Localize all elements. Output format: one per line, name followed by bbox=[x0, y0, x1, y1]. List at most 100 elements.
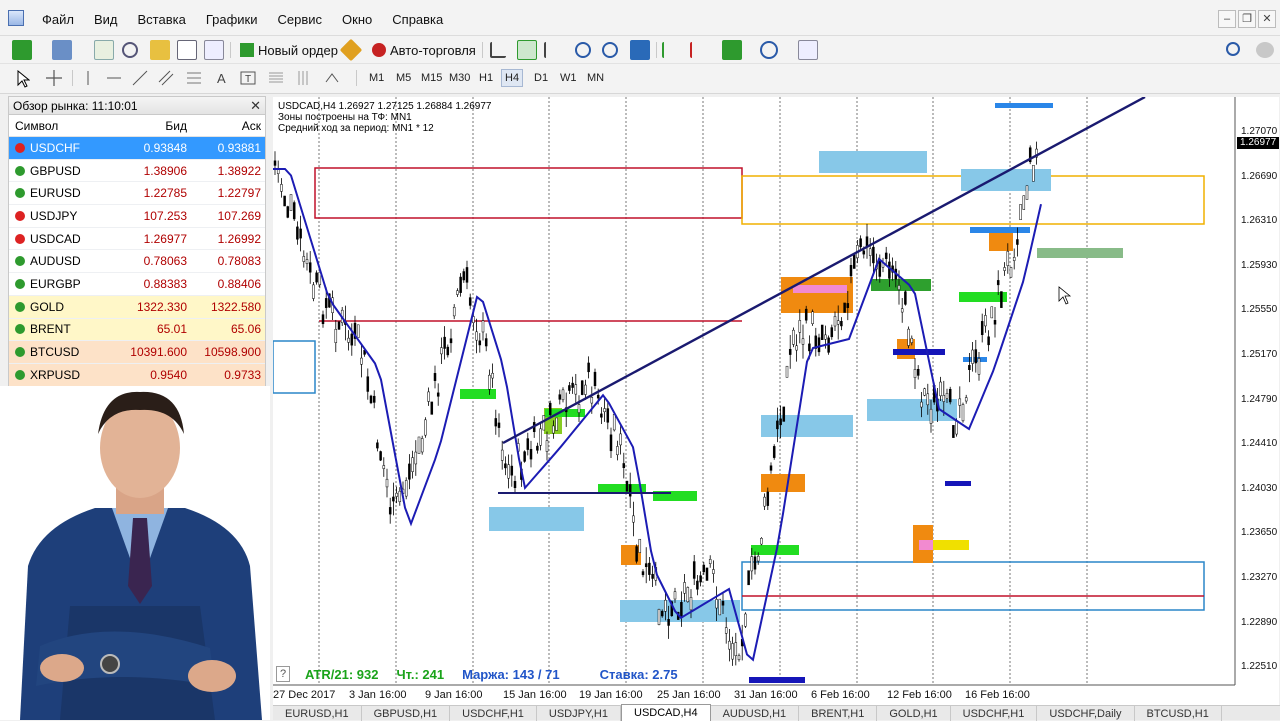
vertical-line-icon[interactable] bbox=[78, 68, 98, 88]
timeframe-w1[interactable]: W1 bbox=[557, 70, 580, 86]
gann-icon[interactable] bbox=[266, 68, 286, 88]
chart-tab[interactable]: EURUSD,H1 bbox=[273, 706, 362, 721]
zoom-in-icon[interactable] bbox=[575, 42, 591, 58]
andrews-icon[interactable] bbox=[294, 68, 314, 88]
search-icon[interactable] bbox=[1226, 42, 1240, 56]
templates-icon[interactable] bbox=[798, 40, 818, 60]
price-chart[interactable]: USDCAD,H4 1.26927 1.27125 1.26884 1.2697… bbox=[273, 97, 1279, 705]
navigator-icon[interactable] bbox=[122, 42, 138, 58]
menu-window[interactable]: Окно bbox=[332, 12, 382, 27]
timeframe-h1[interactable]: H1 bbox=[476, 70, 496, 86]
candle-body bbox=[785, 365, 789, 378]
market-watch-row-usdcad[interactable]: USDCAD 1.26977 1.26992 bbox=[9, 228, 265, 251]
zoom-out-icon[interactable] bbox=[602, 42, 618, 58]
indicators-icon[interactable] bbox=[722, 40, 742, 60]
candle-body bbox=[696, 580, 699, 590]
fibonacci-icon[interactable] bbox=[184, 68, 204, 88]
chart-tab[interactable]: USDCHF,H1 bbox=[951, 706, 1038, 721]
timeframe-m30[interactable]: M30 bbox=[446, 70, 473, 86]
chart-tab[interactable]: USDCAD,H4 bbox=[621, 704, 711, 721]
chart-canvas[interactable] bbox=[273, 97, 1279, 705]
market-watch-row-usdchf[interactable]: USDCHF 0.93848 0.93881 bbox=[9, 137, 265, 160]
market-watch-row-eurusd[interactable]: EURUSD 1.22785 1.22797 bbox=[9, 182, 265, 206]
time-tick-label: 3 Jan 16:00 bbox=[349, 689, 407, 701]
arrow-up-icon bbox=[15, 188, 25, 199]
timeframe-m5[interactable]: M5 bbox=[393, 70, 414, 86]
market-watch-row-gbpusd[interactable]: GBPUSD 1.38906 1.38922 bbox=[9, 160, 265, 183]
market-watch-row-audusd[interactable]: AUDUSD 0.78063 0.78083 bbox=[9, 250, 265, 274]
menu-tools[interactable]: Сервис bbox=[268, 12, 333, 27]
bar-chart-icon[interactable] bbox=[490, 42, 506, 58]
chat-icon[interactable] bbox=[1256, 42, 1274, 58]
market-watch-row-xrpusd[interactable]: XRPUSD 0.9540 0.9733 bbox=[9, 363, 265, 387]
close-icon[interactable]: ✕ bbox=[250, 98, 261, 114]
market-watch-row-usdjpy[interactable]: USDJPY 107.253 107.269 bbox=[9, 205, 265, 228]
arrow-down-icon bbox=[15, 142, 25, 153]
candlestick-icon[interactable] bbox=[517, 40, 537, 60]
trendline bbox=[502, 97, 1146, 445]
close-icon[interactable]: ✕ bbox=[1258, 10, 1276, 28]
timeframe-m15[interactable]: M15 bbox=[418, 70, 445, 86]
market-watch-row-eurgbp[interactable]: EURGBP 0.88383 0.88406 bbox=[9, 273, 265, 296]
market-watch-row-brent[interactable]: BRENT 65.01 65.06 bbox=[9, 318, 265, 342]
chart-tab[interactable]: USDCHF,Daily bbox=[1037, 706, 1135, 721]
trendline-icon[interactable] bbox=[130, 68, 150, 88]
chart-tab[interactable]: BRENT,H1 bbox=[799, 706, 878, 721]
price-tick-label: 1.24410 bbox=[1241, 438, 1278, 450]
new-order-button[interactable]: Новый ордер bbox=[236, 39, 342, 61]
chart-shift-icon[interactable] bbox=[662, 42, 676, 58]
restore-icon[interactable]: ❐ bbox=[1238, 10, 1256, 28]
bid-price: 10391.600 bbox=[130, 345, 187, 360]
column-ask[interactable]: Аск bbox=[191, 119, 265, 133]
horizontal-line-icon[interactable] bbox=[104, 68, 124, 88]
new-chart-icon[interactable] bbox=[12, 40, 32, 60]
candle-body bbox=[900, 308, 904, 313]
minimize-icon[interactable]: – bbox=[1218, 10, 1236, 28]
chart-tab[interactable]: GBPUSD,H1 bbox=[362, 706, 451, 721]
timeframe-mn[interactable]: MN bbox=[584, 70, 607, 86]
gold-bars-icon[interactable] bbox=[339, 38, 363, 62]
chart-tab[interactable]: AUDUSD,H1 bbox=[711, 706, 800, 721]
periods-icon[interactable] bbox=[760, 41, 778, 59]
favorites-icon[interactable] bbox=[150, 40, 170, 60]
candle-body bbox=[600, 413, 603, 418]
menu-help[interactable]: Справка bbox=[382, 12, 453, 27]
chart-tab[interactable]: USDCHF,H1 bbox=[450, 706, 537, 721]
separator bbox=[482, 42, 483, 58]
auto-trading-button[interactable]: Авто-торговля bbox=[368, 39, 480, 61]
market-watch-row-btcusd[interactable]: BTCUSD 10391.600 10598.900 bbox=[9, 341, 265, 364]
profiles-icon[interactable] bbox=[52, 40, 72, 60]
tile-windows-icon[interactable] bbox=[630, 40, 650, 60]
auto-scroll-icon[interactable] bbox=[690, 42, 704, 58]
timeframe-m1[interactable]: M1 bbox=[366, 70, 387, 86]
candle-body bbox=[766, 491, 770, 506]
terminal-icon[interactable] bbox=[177, 40, 197, 60]
candle-body bbox=[673, 591, 677, 600]
bid-price: 1.26977 bbox=[143, 231, 187, 246]
menu-view[interactable]: Вид bbox=[84, 12, 128, 27]
text-icon[interactable]: A bbox=[212, 68, 232, 88]
market-watch-row-gold[interactable]: GOLD 1322.330 1322.580 bbox=[9, 295, 265, 319]
channel-icon[interactable] bbox=[156, 68, 176, 88]
column-bid[interactable]: Бид bbox=[119, 119, 191, 133]
market-watch-icon[interactable] bbox=[94, 40, 114, 60]
tester-icon[interactable] bbox=[204, 40, 224, 60]
timeframe-h4[interactable]: H4 bbox=[501, 69, 524, 87]
help-icon[interactable]: ? bbox=[276, 666, 290, 682]
line-chart-icon[interactable] bbox=[544, 42, 560, 58]
order-block bbox=[893, 349, 945, 355]
chart-tab[interactable]: GOLD,H1 bbox=[877, 706, 951, 721]
text-label-icon[interactable]: T bbox=[238, 68, 258, 88]
arrows-icon[interactable] bbox=[322, 68, 342, 88]
chart-tab[interactable]: USDJPY,H1 bbox=[537, 706, 621, 721]
timeframe-d1[interactable]: D1 bbox=[531, 70, 551, 86]
candle-body bbox=[312, 284, 315, 299]
column-symbol[interactable]: Символ bbox=[9, 119, 119, 133]
cursor-icon[interactable] bbox=[16, 69, 31, 88]
crosshair-icon[interactable] bbox=[44, 68, 64, 88]
menu-insert[interactable]: Вставка bbox=[128, 12, 196, 27]
menu-charts[interactable]: Графики bbox=[196, 12, 268, 27]
menu-file[interactable]: Файл bbox=[32, 12, 84, 27]
candle-body bbox=[619, 433, 622, 446]
chart-tab[interactable]: BTCUSD,H1 bbox=[1135, 706, 1222, 721]
